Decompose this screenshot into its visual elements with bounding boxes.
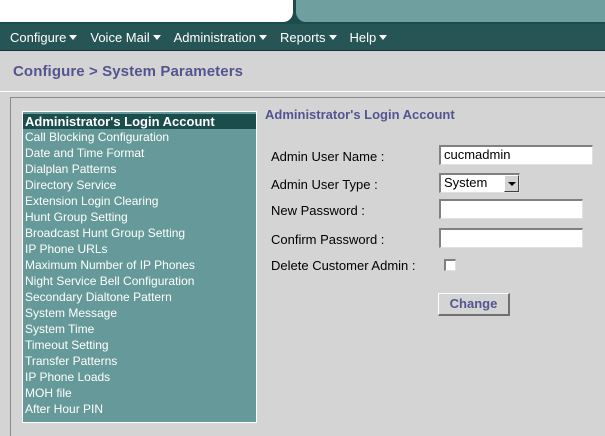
sidebar-item-moh-file[interactable]: MOH file [23,385,256,401]
sidebar-item-date-and-time-format[interactable]: Date and Time Format [23,145,256,161]
page-title: Configure > System Parameters [13,63,244,80]
sidebar-item-ip-phone-urls[interactable]: IP Phone URLs [23,241,256,257]
menu-configure[interactable]: Configure [10,29,78,45]
change-button[interactable]: Change [438,293,510,316]
caret-down-icon [69,35,78,40]
caret-down-icon [379,35,388,40]
new-password-input[interactable] [439,199,583,219]
admin-user-type-label: Admin User Type : [271,177,378,192]
sidebar-item-night-service-bell-configuration[interactable]: Night Service Bell Configuration [23,273,256,289]
confirm-password-label: Confirm Password : [271,232,385,247]
sidebar-nav: Administrator's Login Account Call Block… [22,111,257,423]
menu-bar: Configure Voice Mail Administration Repo… [0,24,605,51]
sidebar-item-extension-login-clearing[interactable]: Extension Login Clearing [23,193,256,209]
sidebar-item-system-message[interactable]: System Message [23,305,256,321]
sidebar-item-broadcast-hunt-group-setting[interactable]: Broadcast Hunt Group Setting [23,225,256,241]
caret-down-icon [328,35,337,40]
admin-user-name-input[interactable]: cucmadmin [439,145,593,165]
menu-reports-label: Reports [280,29,326,45]
sidebar-item-timeout-setting[interactable]: Timeout Setting [23,337,256,353]
menu-help[interactable]: Help [350,30,388,45]
menu-help-label: Help [349,29,377,45]
new-password-label: New Password : [271,203,365,218]
title-divider [0,91,605,92]
menu-configure-label: Configure [10,29,67,45]
sidebar-item-hunt-group-setting[interactable]: Hunt Group Setting [23,209,256,225]
sidebar-item-administrators-login-account[interactable]: Administrator's Login Account [23,114,256,129]
admin-user-type-value: System [444,175,488,190]
confirm-password-input[interactable] [439,228,583,248]
sidebar-item-call-blocking-configuration[interactable]: Call Blocking Configuration [23,129,256,145]
header-tab-right [296,0,605,22]
section-title: Administrator's Login Account [265,107,455,122]
sidebar-item-after-hour-pin[interactable]: After Hour PIN [23,401,256,417]
caret-down-icon [152,35,161,40]
menu-administration[interactable]: Administration [174,30,267,45]
dropdown-arrow-icon[interactable] [504,175,519,192]
sidebar-item-maximum-number-of-ip-phones[interactable]: Maximum Number of IP Phones [23,257,256,273]
page: Configure Voice Mail Administration Repo… [0,0,605,436]
sidebar-item-dialplan-patterns[interactable]: Dialplan Patterns [23,161,256,177]
caret-down-icon [259,35,267,40]
sidebar-item-directory-service[interactable]: Directory Service [23,177,256,193]
menu-voice-mail[interactable]: Voice Mail [90,29,161,45]
admin-user-name-label: Admin User Name : [271,149,385,164]
top-header [0,0,605,24]
menu-administration-label: Administration [173,29,256,45]
sidebar-item-system-time[interactable]: System Time [23,321,256,337]
menu-voice-mail-label: Voice Mail [90,29,150,45]
header-tab-left [0,0,293,22]
menu-reports[interactable]: Reports [280,30,337,45]
sidebar-item-secondary-dialtone-pattern[interactable]: Secondary Dialtone Pattern [23,289,256,305]
admin-user-type-select[interactable]: System [439,173,520,193]
delete-customer-admin-checkbox[interactable] [444,259,456,271]
sidebar-item-ip-phone-loads[interactable]: IP Phone Loads [23,369,256,385]
sidebar-item-transfer-patterns[interactable]: Transfer Patterns [23,353,256,369]
delete-customer-admin-label: Delete Customer Admin : [271,258,416,273]
